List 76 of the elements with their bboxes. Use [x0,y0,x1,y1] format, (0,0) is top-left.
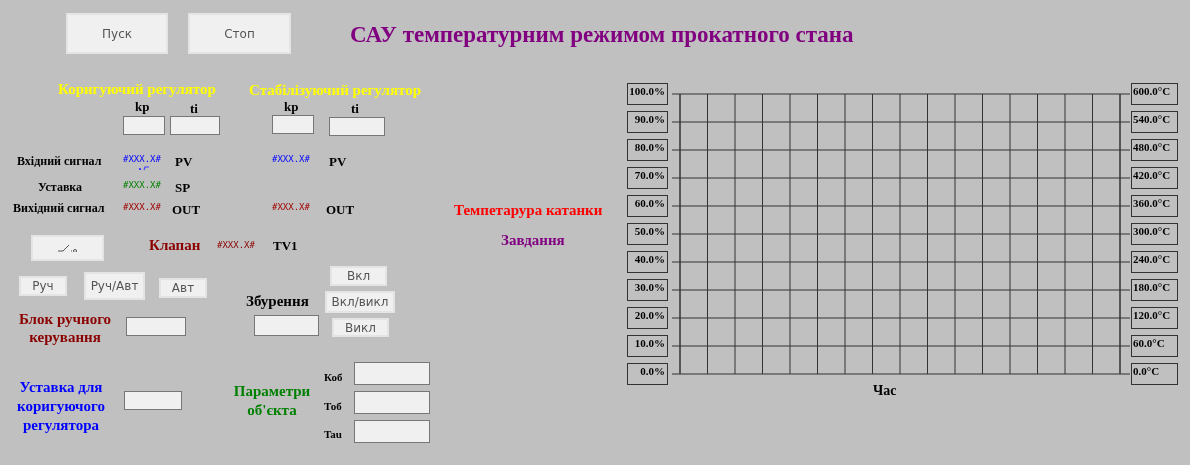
field-label: ti [190,100,198,118]
scale-label: 0.0% [627,363,668,385]
param-label: Tau [324,427,342,442]
disturbance-label: Збурення [246,292,309,311]
input-field[interactable] [126,317,186,336]
row-label: Вихідний сигнал [13,200,105,217]
field-label: kp [284,98,299,116]
value-readout: #XXX.X# [217,239,255,252]
tag-label: PV [175,153,193,171]
push-button[interactable]: Стоп [188,13,291,54]
tag-label: SP [175,179,191,197]
tag-label: TV1 [273,237,298,255]
scale-label: 90.0% [627,111,668,133]
param-label: Коб [324,370,343,385]
value-readout: #XXX.X# [123,179,161,192]
switch-icon [56,244,79,252]
setpoint-label: Уставка для коригуючого регулятора [16,378,106,435]
push-button[interactable]: Авт [159,278,207,298]
push-button[interactable]: Руч/Авт [84,272,145,300]
field-label: ti [351,100,359,118]
cursor-icon [139,166,150,171]
field-label: kp [135,98,150,116]
block-label: Блок ручного керування [17,310,113,346]
tag-label: OUT [326,201,355,219]
value-readout: #XXX.X# [123,201,161,214]
input-field[interactable] [354,362,430,385]
input-field[interactable] [354,391,430,414]
scale-label: 60.0°C [1131,335,1178,357]
valve-label: Клапан [149,236,201,255]
value-readout: #XXX.X# [272,201,310,214]
scale-label: 70.0% [627,167,668,189]
param-label: Тоб [324,398,342,414]
push-button[interactable]: Вкл [330,266,387,286]
scale-label: 180.0°C [1131,279,1178,301]
scale-label: 50.0% [627,223,668,245]
scale-label: 60.0% [627,195,668,217]
push-button[interactable]: Руч [19,276,67,296]
tag-label: PV [329,153,347,171]
push-button[interactable]: Пуск [66,13,168,54]
row-label: Уставка [38,179,83,196]
input-field[interactable] [124,391,182,410]
scale-label: 10.0% [627,335,668,357]
scale-label: 0.0°C [1131,363,1178,385]
window-title: САУ температурним режимом прокатного стана [350,21,854,49]
scale-label: 540.0°C [1131,111,1178,133]
scale-label: 480.0°C [1131,139,1178,161]
params-label: Параметри об'єкта [232,382,312,420]
axis-label: Час [873,382,897,400]
scale-label: 300.0°C [1131,223,1178,245]
input-field[interactable] [354,420,430,443]
input-field[interactable] [254,315,319,336]
scale-label: 360.0°C [1131,195,1178,217]
scale-label: 40.0% [627,251,668,273]
scale-label: 240.0°C [1131,251,1178,273]
scale-label: 120.0°C [1131,307,1178,329]
scale-label: 30.0% [627,279,668,301]
input-field[interactable] [329,117,385,136]
section-title: Коригуючий регулятор [58,80,216,99]
section-title: Стабілізуючий регулятор [249,81,422,100]
value-readout: #XXX.X# [272,153,310,166]
scale-label: 20.0% [627,307,668,329]
input-field[interactable] [123,116,165,135]
value-readout: #XXX.X# [123,153,161,166]
row-label: Вхідний сигнал [17,153,102,170]
tag-label: OUT [172,201,201,219]
switch-button[interactable] [31,235,104,261]
legend-label: Завдання [501,231,565,250]
push-button[interactable]: Вкл/викл [325,291,395,313]
push-button[interactable]: Викл [332,318,389,337]
input-field[interactable] [170,116,220,135]
scale-label: 80.0% [627,139,668,161]
scale-label: 100.0% [627,83,668,105]
legend-label: Темпетарура катанки [454,201,603,220]
scale-label: 600.0°C [1131,83,1178,105]
scale-label: 420.0°C [1131,167,1178,189]
input-field[interactable] [272,115,314,134]
